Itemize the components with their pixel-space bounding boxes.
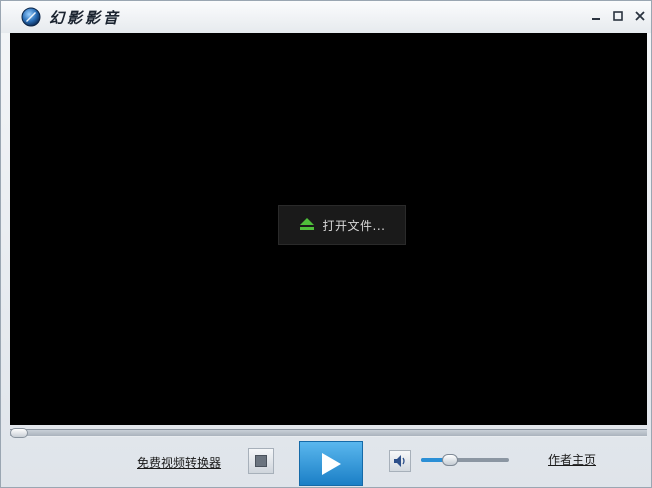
seek-thumb[interactable] — [10, 428, 28, 438]
maximize-button[interactable] — [607, 5, 629, 27]
player-window: 幻影影音 打开文件... 免费视频转换器 作者主页 — [0, 0, 652, 488]
video-display[interactable]: 打开文件... — [10, 33, 647, 425]
app-logo-icon — [21, 7, 41, 27]
seek-bar[interactable] — [10, 428, 647, 438]
play-button[interactable] — [299, 441, 363, 486]
play-icon — [322, 452, 341, 475]
stop-icon — [255, 455, 267, 467]
close-icon — [635, 11, 645, 21]
mute-button[interactable] — [389, 450, 411, 472]
eject-icon — [299, 216, 315, 235]
author-home-link[interactable]: 作者主页 — [548, 451, 596, 468]
control-bar: 免费视频转换器 作者主页 — [1, 438, 651, 488]
close-button[interactable] — [629, 5, 651, 27]
volume-thumb[interactable] — [442, 454, 458, 466]
title-bar[interactable]: 幻影影音 — [1, 1, 651, 33]
stop-button[interactable] — [248, 448, 274, 474]
open-file-button[interactable]: 打开文件... — [278, 205, 406, 245]
speaker-icon — [394, 455, 405, 467]
minimize-icon — [592, 18, 600, 20]
minimize-button[interactable] — [585, 5, 607, 27]
app-title: 幻影影音 — [49, 9, 122, 27]
open-file-label: 打开文件... — [322, 218, 386, 233]
volume-slider[interactable] — [421, 454, 509, 466]
maximize-icon — [613, 11, 623, 21]
window-controls — [585, 5, 651, 29]
converter-link[interactable]: 免费视频转换器 — [137, 454, 221, 471]
